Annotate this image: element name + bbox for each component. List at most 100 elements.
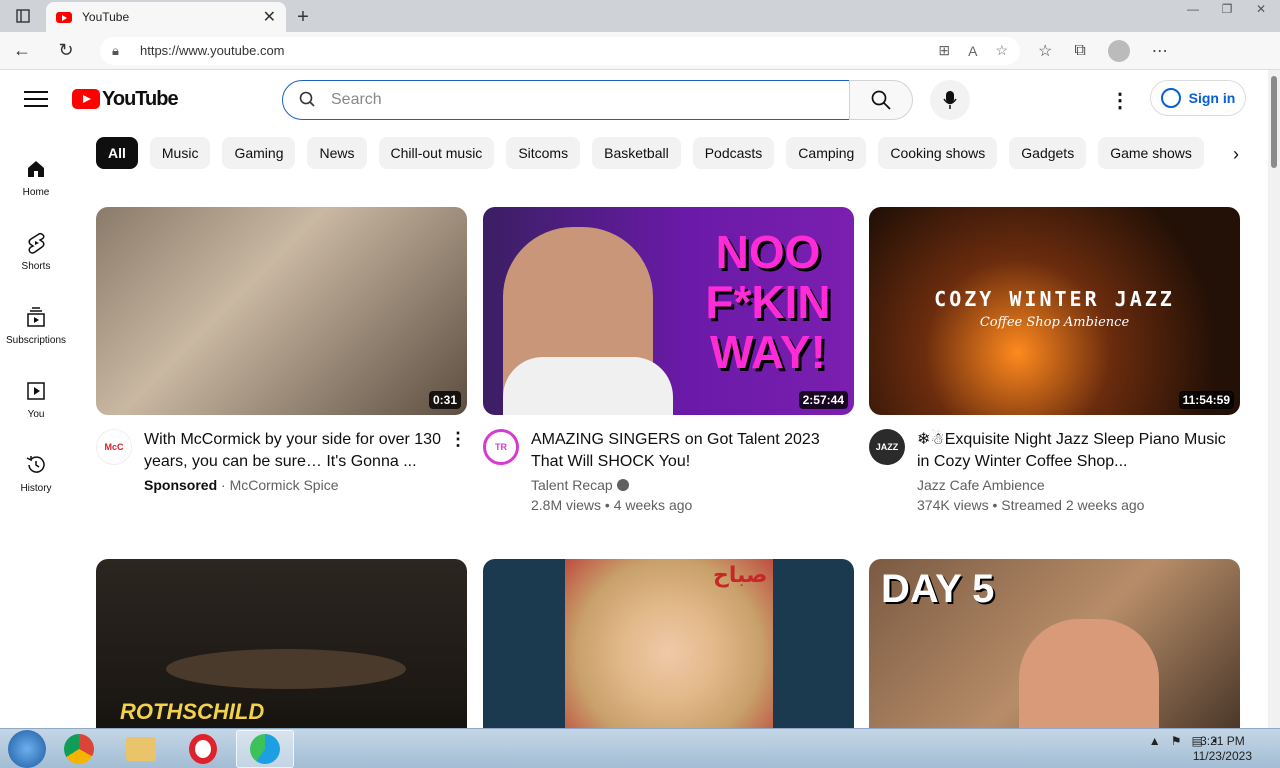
video-title[interactable]: With McCormick by your side for over 130… xyxy=(144,429,441,473)
channel-name[interactable]: Jazz Cafe Ambience xyxy=(917,477,1240,493)
taskbar-file-explorer[interactable] xyxy=(112,730,170,768)
channel-name[interactable]: Talent Recap xyxy=(531,477,613,493)
collections-icon[interactable]: ⧉ xyxy=(1074,42,1085,60)
channel-avatar[interactable]: TR xyxy=(483,429,519,465)
settings-menu-icon[interactable]: ⋮ xyxy=(1110,88,1130,113)
youtube-logo[interactable]: YouTube xyxy=(72,87,179,111)
category-chips: All Music Gaming News Chill-out music Si… xyxy=(96,137,1246,171)
sidebar-item-shorts[interactable]: Shorts xyxy=(0,214,72,288)
chips-next-icon[interactable]: › xyxy=(1222,140,1250,168)
page-scrollbar[interactable] xyxy=(1268,70,1280,728)
chip-basketball[interactable]: Basketball xyxy=(592,137,681,169)
chip-gadgets[interactable]: Gadgets xyxy=(1009,137,1087,169)
channel-avatar[interactable]: JAZZ xyxy=(869,429,905,465)
taskbar-opera[interactable] xyxy=(174,730,232,768)
favorites-icon[interactable]: ☆ xyxy=(1038,41,1052,61)
menu-icon[interactable] xyxy=(24,91,48,107)
video-title[interactable]: ❄☃Exquisite Night Jazz Sleep Piano Music… xyxy=(917,429,1240,473)
sidebar: Home Shorts Subscriptions You History xyxy=(0,140,72,510)
video-duration: 0:31 xyxy=(428,391,461,409)
video-card[interactable]: COZY WINTER JAZZ Coffee Shop Ambience 11… xyxy=(869,207,1240,513)
taskbar-chrome[interactable] xyxy=(50,730,108,768)
window-controls: — ❐ ✕ xyxy=(1182,2,1272,16)
subscriptions-icon xyxy=(26,305,46,329)
close-window-icon[interactable]: ✕ xyxy=(1250,2,1272,16)
chip-news[interactable]: News xyxy=(307,137,367,169)
search-input[interactable] xyxy=(331,91,849,109)
search-box[interactable] xyxy=(282,80,850,120)
search-icon xyxy=(871,90,891,110)
action-center-icon[interactable]: ⚑ xyxy=(1171,734,1182,748)
tab-actions-icon[interactable] xyxy=(0,0,46,32)
restore-icon[interactable]: ❐ xyxy=(1216,2,1238,16)
lock-icon[interactable]: 🔒︎ xyxy=(112,43,126,59)
video-stats: 374K views • Streamed 2 weeks ago xyxy=(917,497,1145,513)
taskbar-edge[interactable] xyxy=(236,729,294,768)
chip-music[interactable]: Music xyxy=(149,137,211,169)
chip-chill-out-music[interactable]: Chill-out music xyxy=(378,137,495,169)
channel-name[interactable]: McCormick Spice xyxy=(230,477,339,493)
channel-avatar[interactable]: McC xyxy=(96,429,132,465)
profile-avatar[interactable] xyxy=(1107,39,1130,62)
video-channel-line: Sponsored · McCormick Spice xyxy=(144,477,339,493)
address-bar[interactable]: 🔒︎ https://www.youtube.com ⊞ A ☆ xyxy=(100,36,1020,65)
clock-date: 11/23/2023 xyxy=(1192,749,1252,763)
close-tab-icon[interactable]: ✕ xyxy=(263,7,276,27)
browser-menu-icon[interactable]: ⋯ xyxy=(1152,41,1168,61)
logo-text: YouTube xyxy=(102,87,179,110)
voice-search-button[interactable] xyxy=(930,80,970,120)
sidebar-item-home[interactable]: Home xyxy=(0,140,72,214)
start-button[interactable] xyxy=(8,729,46,768)
video-title[interactable]: AMAZING SINGERS on Got Talent 2023 That … xyxy=(531,429,854,473)
sidebar-item-you[interactable]: You xyxy=(0,362,72,436)
browser-tab-youtube[interactable]: YouTube ✕ xyxy=(46,2,286,32)
minimize-icon[interactable]: — xyxy=(1182,2,1204,16)
url-text[interactable]: https://www.youtube.com xyxy=(140,43,920,58)
video-card[interactable]: 0:31 McC With McCormick by your side for… xyxy=(96,207,467,493)
video-menu-icon[interactable]: ⋮ xyxy=(449,429,467,493)
youtube-header: YouTube ⋮ Sign in xyxy=(0,70,1268,128)
system-clock[interactable]: 3:21 PM 11/23/2023 xyxy=(1193,734,1252,764)
chip-cooking-shows[interactable]: Cooking shows xyxy=(878,137,998,169)
chrome-icon xyxy=(64,733,94,764)
video-duration: 2:57:44 xyxy=(798,391,848,409)
sponsored-label: Sponsored xyxy=(144,477,218,493)
chip-sitcoms[interactable]: Sitcoms xyxy=(506,137,581,169)
sign-in-button[interactable]: Sign in xyxy=(1150,80,1246,116)
thumbnail-subtitle-text: Coffee Shop Ambience xyxy=(979,315,1130,330)
search-icon xyxy=(299,91,317,110)
search-button[interactable] xyxy=(849,80,913,120)
chip-gaming[interactable]: Gaming xyxy=(222,137,296,169)
tab-title: YouTube xyxy=(82,10,130,24)
chip-game-shows[interactable]: Game shows xyxy=(1098,137,1204,169)
account-icon xyxy=(1160,88,1181,108)
sidebar-item-label: History xyxy=(20,482,52,494)
video-thumbnail[interactable]: NOO F*KIN WAY! 2:57:44 xyxy=(483,207,854,415)
thumbnail-text: NOO F*KIN WAY! xyxy=(705,226,831,378)
video-thumbnail[interactable]: COZY WINTER JAZZ Coffee Shop Ambience 11… xyxy=(869,207,1240,415)
chip-podcasts[interactable]: Podcasts xyxy=(692,137,775,169)
add-favorite-icon[interactable]: ☆ xyxy=(995,42,1008,59)
library-icon xyxy=(26,379,46,403)
scrollbar-thumb[interactable] xyxy=(1271,76,1277,168)
back-button[interactable]: ← xyxy=(0,32,44,70)
video-card[interactable]: NOO F*KIN WAY! 2:57:44 TR AMAZING SINGER… xyxy=(483,207,854,513)
sidebar-item-label: You xyxy=(27,408,45,420)
edge-icon xyxy=(250,733,280,764)
read-aloud-icon[interactable]: A xyxy=(968,43,977,59)
sidebar-item-label: Shorts xyxy=(21,260,51,272)
browser-toolbar: ← ↻ 🔒︎ https://www.youtube.com ⊞ A ☆ ☆ ⧉… xyxy=(0,32,1280,70)
video-thumbnail[interactable]: 0:31 xyxy=(96,207,467,415)
history-icon xyxy=(25,453,47,477)
apps-icon[interactable]: ⊞ xyxy=(938,42,950,59)
sidebar-item-history[interactable]: History xyxy=(0,436,72,510)
new-tab-button[interactable]: + xyxy=(286,2,320,32)
youtube-favicon-icon xyxy=(56,11,72,23)
refresh-button[interactable]: ↻ xyxy=(44,32,88,70)
show-hidden-icons-icon[interactable]: ▲ xyxy=(1149,734,1161,748)
sidebar-item-subscriptions[interactable]: Subscriptions xyxy=(0,288,72,362)
chip-all[interactable]: All xyxy=(96,137,138,169)
chip-camping[interactable]: Camping xyxy=(786,137,867,169)
video-channel-line: Talent Recap xyxy=(531,477,854,493)
clock-time: 3:21 PM xyxy=(1200,734,1245,748)
